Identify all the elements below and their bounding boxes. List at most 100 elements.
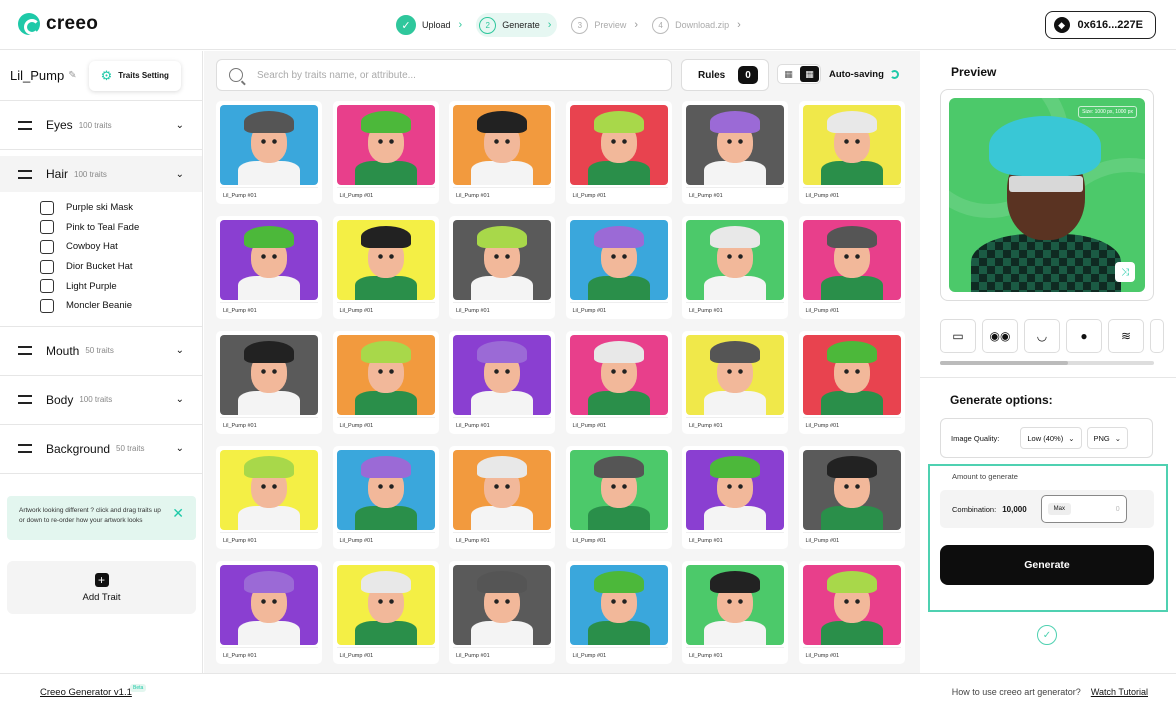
rules-button[interactable]: Rules 0: [681, 59, 769, 91]
generate-button[interactable]: Generate: [940, 545, 1154, 585]
trait-group-header[interactable]: Mouth 50 traits ⌄: [0, 327, 202, 375]
creeo-logo[interactable]: creeo: [18, 13, 98, 35]
drag-handle-icon[interactable]: [18, 395, 32, 405]
project-name[interactable]: Lil_Pump: [10, 68, 64, 83]
trait-thumbnail[interactable]: [1150, 319, 1164, 353]
drag-handle-icon[interactable]: [18, 346, 32, 356]
checkbox[interactable]: [40, 279, 54, 294]
thumbnail-scrollbar[interactable]: [940, 361, 1154, 365]
trait-group-header[interactable]: Eyes 100 traits ⌄: [0, 101, 202, 149]
amount-input[interactable]: Max 0: [1040, 495, 1127, 523]
traits-setting-button[interactable]: ⚙ Traits Setting: [88, 60, 181, 91]
trait-option[interactable]: Dior Bucket Hat: [40, 257, 202, 277]
artwork-card[interactable]: Lil_Pump #01: [332, 331, 439, 434]
character-body: [587, 391, 650, 415]
checkbox[interactable]: [40, 259, 54, 274]
trait-group-header[interactable]: Body 100 traits ⌄: [0, 376, 202, 424]
drag-handle-icon[interactable]: [18, 444, 32, 454]
max-button[interactable]: Max: [1047, 503, 1072, 515]
trait-option[interactable]: Cowboy Hat: [40, 237, 202, 257]
trait-thumbnail[interactable]: ●: [1066, 319, 1102, 353]
step-generate[interactable]: 2 Generate ›: [476, 13, 558, 37]
trait-thumbnail[interactable]: ≋: [1108, 319, 1144, 353]
artwork-card[interactable]: Lil_Pump #01: [332, 216, 439, 319]
artwork-card[interactable]: Lil_Pump #01: [216, 101, 322, 204]
chevron-down-icon[interactable]: ⌄: [176, 169, 184, 180]
trait-option[interactable]: Light Purple: [40, 276, 202, 296]
artwork-card[interactable]: Lil_Pump #01: [565, 101, 672, 204]
artwork-card[interactable]: Lil_Pump #01: [682, 216, 788, 319]
artwork-card[interactable]: Lil_Pump #01: [449, 331, 555, 434]
artwork-card[interactable]: Lil_Pump #01: [565, 216, 672, 319]
character-body: [238, 391, 300, 415]
drag-handle-icon[interactable]: [18, 120, 32, 130]
trait-thumbnail[interactable]: ▭: [940, 319, 976, 353]
chevron-down-icon[interactable]: ⌄: [176, 345, 184, 356]
checkbox[interactable]: [40, 200, 54, 215]
artwork-card[interactable]: Lil_Pump #01: [216, 446, 322, 549]
shuffle-icon[interactable]: ⤨: [1115, 262, 1135, 282]
artwork-card[interactable]: Lil_Pump #01: [565, 446, 672, 549]
checkbox[interactable]: [40, 239, 54, 254]
drag-handle-icon[interactable]: [18, 169, 32, 179]
character-body: [820, 276, 883, 300]
artwork-thumbnail: [336, 105, 435, 185]
artwork-grid: Lil_Pump #01 Lil_Pump #01 Lil_Pump #01 Lil_…: [216, 101, 905, 664]
trait-option[interactable]: Purple ski Mask: [40, 198, 202, 218]
pencil-icon[interactable]: ✎: [68, 70, 76, 81]
artwork-card[interactable]: Lil_Pump #01: [216, 216, 322, 319]
artwork-card[interactable]: Lil_Pump #01: [798, 101, 905, 204]
add-trait-button[interactable]: + Add Trait: [7, 561, 196, 614]
artwork-label: Lil_Pump #01: [220, 647, 318, 659]
artwork-card[interactable]: Lil_Pump #01: [682, 101, 788, 204]
artwork-card[interactable]: Lil_Pump #01: [682, 331, 788, 434]
artwork-card[interactable]: Lil_Pump #01: [332, 446, 439, 549]
trait-group-header[interactable]: Background 50 traits ⌄: [0, 425, 202, 473]
watch-tutorial-link[interactable]: Watch Tutorial: [1091, 687, 1148, 697]
artwork-card[interactable]: Lil_Pump #01: [449, 216, 555, 319]
artwork-card[interactable]: Lil_Pump #01: [449, 446, 555, 549]
artwork-card[interactable]: Lil_Pump #01: [332, 561, 439, 664]
checkbox[interactable]: [40, 298, 54, 313]
artwork-card[interactable]: Lil_Pump #01: [565, 331, 672, 434]
artwork-card[interactable]: Lil_Pump #01: [216, 561, 322, 664]
format-select[interactable]: PNG ⌄: [1086, 427, 1129, 449]
artwork-card[interactable]: Lil_Pump #01: [332, 101, 439, 204]
artwork-thumbnail: [220, 450, 318, 530]
search-input[interactable]: [257, 69, 637, 81]
step-download[interactable]: 4 Download.zip ›: [652, 13, 741, 37]
trait-option[interactable]: Moncler Beanie: [40, 296, 202, 316]
artwork-card[interactable]: Lil_Pump #01: [798, 561, 905, 664]
artwork-card[interactable]: Lil_Pump #01: [798, 446, 905, 549]
character-eyes: [491, 599, 513, 604]
step-preview[interactable]: 3 Preview ›: [571, 13, 638, 37]
chevron-down-icon[interactable]: ⌄: [176, 443, 184, 454]
chevron-down-icon: ⌄: [1068, 433, 1075, 443]
character-eyes: [491, 369, 513, 374]
trait-option[interactable]: Pink to Teal Fade: [40, 218, 202, 238]
artwork-card[interactable]: Lil_Pump #01: [798, 216, 905, 319]
artwork-card[interactable]: Lil_Pump #01: [682, 446, 788, 549]
artwork-card[interactable]: Lil_Pump #01: [449, 101, 555, 204]
trait-thumbnail[interactable]: ◡: [1024, 319, 1060, 353]
artwork-card[interactable]: Lil_Pump #01: [682, 561, 788, 664]
artwork-card[interactable]: Lil_Pump #01: [449, 561, 555, 664]
character-body: [704, 391, 766, 415]
trait-group-header[interactable]: Hair 100 traits ⌄: [0, 156, 202, 192]
close-icon[interactable]: ✕: [172, 506, 184, 520]
artwork-card[interactable]: Lil_Pump #01: [216, 331, 322, 434]
version-link[interactable]: Creeo Generator v1.1: [40, 687, 132, 698]
wallet-button[interactable]: ◆ 0x616...227E: [1044, 11, 1156, 39]
artwork-card[interactable]: Lil_Pump #01: [798, 331, 905, 434]
gear-icon: ⚙: [100, 67, 113, 83]
small-grid-view-icon[interactable]: ▦: [800, 66, 819, 82]
quality-select[interactable]: Low (40%) ⌄: [1020, 427, 1082, 449]
artwork-card[interactable]: Lil_Pump #01: [565, 561, 672, 664]
checkbox[interactable]: [40, 220, 54, 235]
chevron-down-icon[interactable]: ⌄: [176, 120, 184, 131]
step-upload[interactable]: ✓ Upload ›: [396, 13, 462, 37]
trait-thumbnail[interactable]: ◉◉: [982, 319, 1018, 353]
large-grid-view-icon[interactable]: ▦: [779, 66, 798, 82]
artwork-thumbnail: [220, 335, 318, 415]
chevron-down-icon[interactable]: ⌄: [176, 394, 184, 405]
